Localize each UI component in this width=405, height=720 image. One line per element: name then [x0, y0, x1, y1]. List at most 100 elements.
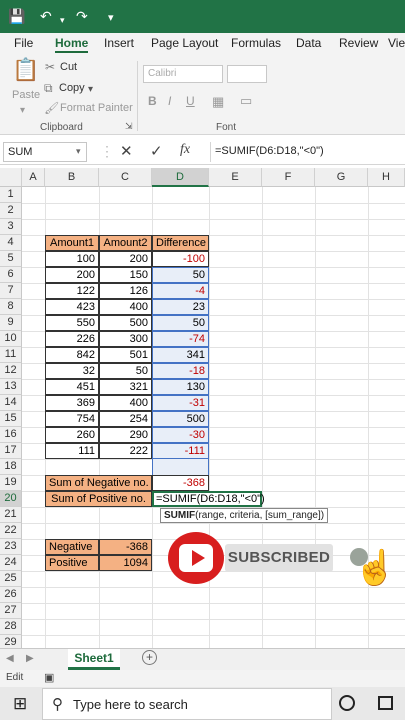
- difference-cell[interactable]: -111: [152, 443, 209, 459]
- macro-record-icon[interactable]: ▣: [44, 671, 54, 684]
- youtube-logo-icon[interactable]: [168, 532, 224, 584]
- difference-cell[interactable]: 130: [152, 379, 209, 395]
- formula-input[interactable]: =SUMIF(D6:D18,"<0"): [210, 142, 405, 162]
- column-header-a[interactable]: A: [22, 168, 45, 187]
- row-header[interactable]: 2: [0, 203, 22, 219]
- sum-negative-value[interactable]: -368: [152, 475, 209, 491]
- copy-button[interactable]: Copy: [59, 82, 85, 94]
- undo-dropdown-icon[interactable]: ▾: [60, 12, 65, 28]
- enter-icon[interactable]: ✓: [150, 142, 163, 160]
- active-cell-editing[interactable]: =SUMIF(D6:D18,"<0"): [152, 491, 265, 507]
- paste-dropdown-icon[interactable]: ▾: [20, 105, 25, 116]
- tab-insert[interactable]: Insert: [104, 36, 134, 50]
- tab-data[interactable]: Data: [296, 36, 321, 50]
- column-header-e[interactable]: E: [209, 168, 262, 187]
- row-header[interactable]: 22: [0, 523, 22, 539]
- row-header[interactable]: 10: [0, 331, 22, 347]
- header-cell-difference[interactable]: Difference: [152, 235, 209, 251]
- amount1-cell[interactable]: 369: [45, 395, 99, 411]
- amount1-cell[interactable]: 200: [45, 267, 99, 283]
- bold-button[interactable]: B: [148, 94, 157, 108]
- row-header[interactable]: 21: [0, 507, 22, 523]
- sheet-tab-sheet1[interactable]: Sheet1: [68, 649, 120, 670]
- cut-icon[interactable]: ✂: [45, 60, 55, 74]
- tab-formulas[interactable]: Formulas: [231, 36, 281, 50]
- scroll-left-icon[interactable]: ◀: [6, 653, 14, 664]
- amount2-cell[interactable]: 50: [99, 363, 152, 379]
- tab-file[interactable]: File: [14, 36, 33, 50]
- row-header[interactable]: 23: [0, 539, 22, 555]
- column-header-c[interactable]: C: [99, 168, 152, 187]
- difference-cell[interactable]: 23: [152, 299, 209, 315]
- row-header[interactable]: 8: [0, 299, 22, 315]
- customize-toolbar-icon[interactable]: ▾: [108, 10, 114, 26]
- difference-cell[interactable]: -100: [152, 251, 209, 267]
- amount2-cell[interactable]: 300: [99, 331, 152, 347]
- amount1-cell[interactable]: 754: [45, 411, 99, 427]
- row-header[interactable]: 7: [0, 283, 22, 299]
- row-header[interactable]: 25: [0, 571, 22, 587]
- add-sheet-button[interactable]: +: [142, 650, 157, 665]
- amount2-cell[interactable]: 150: [99, 267, 152, 283]
- windows-start-icon[interactable]: ⊞: [13, 694, 27, 714]
- difference-cell[interactable]: 50: [152, 315, 209, 331]
- difference-cell[interactable]: -31: [152, 395, 209, 411]
- amount2-cell[interactable]: 500: [99, 315, 152, 331]
- row-header[interactable]: 28: [0, 619, 22, 635]
- row-header[interactable]: 17: [0, 443, 22, 459]
- row-header[interactable]: 3: [0, 219, 22, 235]
- summary-negative-label[interactable]: Negative: [45, 539, 99, 555]
- save-icon[interactable]: 💾: [8, 8, 25, 24]
- undo-icon[interactable]: ↶: [40, 8, 52, 24]
- select-all-corner[interactable]: [0, 168, 22, 187]
- difference-cell[interactable]: 50: [152, 267, 209, 283]
- header-cell-amount2[interactable]: Amount2: [99, 235, 152, 251]
- difference-cell[interactable]: 341: [152, 347, 209, 363]
- summary-positive-label[interactable]: Positive: [45, 555, 99, 571]
- copy-dropdown-icon[interactable]: ▾: [88, 84, 93, 95]
- row-header[interactable]: 24: [0, 555, 22, 571]
- row-header[interactable]: 11: [0, 347, 22, 363]
- amount2-cell[interactable]: 400: [99, 395, 152, 411]
- amount1-cell[interactable]: 260: [45, 427, 99, 443]
- taskbar-search-box[interactable]: ⚲ Type here to search: [42, 688, 332, 720]
- row-header[interactable]: 13: [0, 379, 22, 395]
- row-header[interactable]: 12: [0, 363, 22, 379]
- summary-negative-value[interactable]: -368: [99, 539, 152, 555]
- paste-icon[interactable]: 📋: [12, 57, 39, 83]
- difference-cell[interactable]: -30: [152, 427, 209, 443]
- clipboard-launcher-icon[interactable]: ⇲: [125, 121, 133, 132]
- sum-positive-label[interactable]: Sum of Positive no.: [45, 491, 152, 507]
- tab-page-layout[interactable]: Page Layout: [151, 36, 218, 50]
- name-box[interactable]: SUM: [3, 142, 87, 162]
- row-header[interactable]: 16: [0, 427, 22, 443]
- row-header[interactable]: 14: [0, 395, 22, 411]
- amount1-cell[interactable]: 842: [45, 347, 99, 363]
- subscribed-button[interactable]: SUBSCRIBED: [225, 544, 333, 572]
- tooltip-function-name[interactable]: SUMIF: [164, 510, 195, 521]
- difference-cell[interactable]: -4: [152, 283, 209, 299]
- insert-function-icon[interactable]: fx: [180, 142, 190, 158]
- difference-cell[interactable]: -18: [152, 363, 209, 379]
- borders-icon[interactable]: ▦: [212, 94, 224, 110]
- font-name-box[interactable]: Calibri: [143, 65, 223, 83]
- row-header[interactable]: 6: [0, 267, 22, 283]
- row-header-selected[interactable]: 20: [0, 491, 22, 507]
- amount1-cell[interactable]: 111: [45, 443, 99, 459]
- difference-cell[interactable]: 500: [152, 411, 209, 427]
- format-painter-button[interactable]: Format Painter: [60, 102, 133, 114]
- row-header[interactable]: 18: [0, 459, 22, 475]
- column-header-g[interactable]: G: [315, 168, 368, 187]
- copy-icon[interactable]: ⧉: [44, 81, 53, 96]
- format-painter-icon[interactable]: 🖌: [44, 101, 59, 115]
- row-header[interactable]: 15: [0, 411, 22, 427]
- scroll-right-icon[interactable]: ▶: [26, 653, 34, 664]
- row-header[interactable]: 4: [0, 235, 22, 251]
- row-header[interactable]: 1: [0, 187, 22, 203]
- column-header-f[interactable]: F: [262, 168, 315, 187]
- tab-home[interactable]: Home: [55, 36, 89, 53]
- amount1-cell[interactable]: 100: [45, 251, 99, 267]
- amount1-cell[interactable]: 451: [45, 379, 99, 395]
- fill-color-icon[interactable]: ▭: [240, 93, 252, 109]
- header-cell-amount1[interactable]: Amount1: [45, 235, 99, 251]
